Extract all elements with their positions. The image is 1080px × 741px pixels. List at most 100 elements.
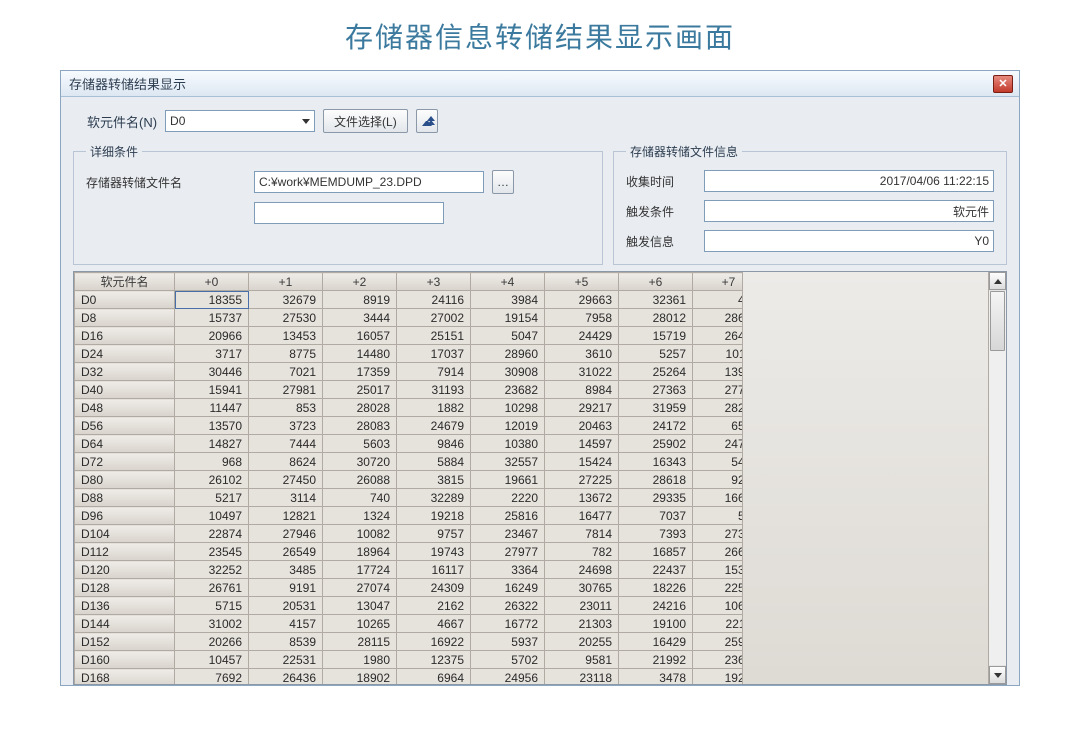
cell[interactable]: 18355 — [175, 291, 249, 309]
cell[interactable]: 21992 — [619, 651, 693, 669]
cell[interactable]: 17724 — [323, 561, 397, 579]
cell[interactable]: 25902 — [619, 435, 693, 453]
cell[interactable]: 8539 — [249, 633, 323, 651]
cell[interactable]: 13990 — [693, 363, 743, 381]
cell[interactable]: 19100 — [619, 615, 693, 633]
table-row[interactable]: D96104971282113241921825816164777037502 — [75, 507, 743, 525]
cell[interactable]: 19239 — [693, 669, 743, 685]
table-row[interactable]: D815737275303444270021915479582801228693 — [75, 309, 743, 327]
col-header[interactable]: +4 — [471, 273, 545, 291]
cell[interactable]: 740 — [323, 489, 397, 507]
cell[interactable]: 19218 — [397, 507, 471, 525]
scroll-track[interactable] — [989, 291, 1006, 665]
table-row[interactable]: D160104572253119801237557029581219922364… — [75, 651, 743, 669]
cell[interactable]: 23682 — [471, 381, 545, 399]
cell[interactable]: 26458 — [693, 327, 743, 345]
cell[interactable]: 7814 — [545, 525, 619, 543]
table-row[interactable]: D168769226436189026964249562311834781923… — [75, 669, 743, 685]
cell[interactable]: 15337 — [693, 561, 743, 579]
row-header[interactable]: D112 — [75, 543, 175, 561]
cell[interactable]: 26549 — [249, 543, 323, 561]
cell[interactable]: 26088 — [323, 471, 397, 489]
cell[interactable]: 24698 — [545, 561, 619, 579]
row-header[interactable]: D80 — [75, 471, 175, 489]
table-row[interactable]: D641482774445603984610380145972590224775 — [75, 435, 743, 453]
row-header[interactable]: D56 — [75, 417, 175, 435]
cell[interactable]: 32557 — [471, 453, 545, 471]
cell[interactable]: 27530 — [249, 309, 323, 327]
cell[interactable]: 12821 — [249, 507, 323, 525]
table-row[interactable]: D401594127981250173119323682898427363277… — [75, 381, 743, 399]
row-header[interactable]: D0 — [75, 291, 175, 309]
cell[interactable]: 9757 — [397, 525, 471, 543]
cell[interactable]: 13570 — [175, 417, 249, 435]
cell[interactable]: 29663 — [545, 291, 619, 309]
cell[interactable]: 3984 — [471, 291, 545, 309]
cell[interactable]: 7393 — [619, 525, 693, 543]
cell[interactable]: 10265 — [323, 615, 397, 633]
cell[interactable]: 5937 — [471, 633, 545, 651]
cell[interactable]: 17037 — [397, 345, 471, 363]
cell[interactable]: 10115 — [693, 345, 743, 363]
cell[interactable]: 20966 — [175, 327, 249, 345]
cell[interactable]: 12375 — [397, 651, 471, 669]
cell[interactable]: 7444 — [249, 435, 323, 453]
cell[interactable]: 27977 — [471, 543, 545, 561]
table-row[interactable]: D7296886243072058843255715424163435431 — [75, 453, 743, 471]
cell[interactable]: 3717 — [175, 345, 249, 363]
scroll-up-button[interactable] — [989, 272, 1006, 290]
cell[interactable]: 27363 — [619, 381, 693, 399]
cell[interactable]: 28618 — [619, 471, 693, 489]
cell[interactable]: 19661 — [471, 471, 545, 489]
cell[interactable]: 5702 — [471, 651, 545, 669]
cell[interactable]: 28960 — [471, 345, 545, 363]
row-header[interactable]: D64 — [75, 435, 175, 453]
cell[interactable]: 8984 — [545, 381, 619, 399]
cell[interactable]: 8919 — [323, 291, 397, 309]
cell[interactable]: 25151 — [397, 327, 471, 345]
cell[interactable]: 2162 — [397, 597, 471, 615]
cell[interactable]: 28028 — [323, 399, 397, 417]
cell[interactable]: 6964 — [397, 669, 471, 685]
cell[interactable]: 1882 — [397, 399, 471, 417]
col-header[interactable]: +0 — [175, 273, 249, 291]
cell[interactable]: 10697 — [693, 597, 743, 615]
cell[interactable]: 22531 — [249, 651, 323, 669]
cell[interactable]: 26102 — [175, 471, 249, 489]
cell[interactable]: 22874 — [175, 525, 249, 543]
cell[interactable]: 16057 — [323, 327, 397, 345]
cell[interactable]: 24429 — [545, 327, 619, 345]
cell[interactable]: 7037 — [619, 507, 693, 525]
row-header[interactable]: D8 — [75, 309, 175, 327]
cell[interactable]: 30908 — [471, 363, 545, 381]
table-row[interactable]: D144310024157102654667167722130319100221… — [75, 615, 743, 633]
cell[interactable]: 24775 — [693, 435, 743, 453]
cell[interactable]: 16249 — [471, 579, 545, 597]
vertical-scrollbar[interactable] — [988, 272, 1006, 684]
table-row[interactable]: D561357037232808324679120192046324172658… — [75, 417, 743, 435]
cell[interactable]: 1324 — [323, 507, 397, 525]
cell[interactable]: 27002 — [397, 309, 471, 327]
scroll-thumb[interactable] — [990, 291, 1005, 351]
browse-button[interactable]: … — [492, 170, 514, 194]
cell[interactable]: 24679 — [397, 417, 471, 435]
cell[interactable]: 31193 — [397, 381, 471, 399]
cell[interactable]: 12019 — [471, 417, 545, 435]
cell[interactable]: 26322 — [471, 597, 545, 615]
cell[interactable]: 31959 — [619, 399, 693, 417]
table-row[interactable]: D128267619191270742430916249307651822622… — [75, 579, 743, 597]
cell[interactable]: 16117 — [397, 561, 471, 579]
close-button[interactable]: ✕ — [993, 75, 1013, 93]
collapse-button[interactable] — [416, 109, 438, 133]
cell[interactable]: 16857 — [619, 543, 693, 561]
cell[interactable]: 20255 — [545, 633, 619, 651]
cell[interactable]: 9225 — [693, 471, 743, 489]
cell[interactable]: 2220 — [471, 489, 545, 507]
cell[interactable]: 32361 — [619, 291, 693, 309]
cell[interactable]: 3485 — [249, 561, 323, 579]
row-header[interactable]: D152 — [75, 633, 175, 651]
table-row[interactable]: D24371787751448017037289603610525710115 — [75, 345, 743, 363]
cell[interactable]: 8775 — [249, 345, 323, 363]
table-row[interactable]: D481144785328028188210298292173195928249 — [75, 399, 743, 417]
col-header[interactable]: +3 — [397, 273, 471, 291]
